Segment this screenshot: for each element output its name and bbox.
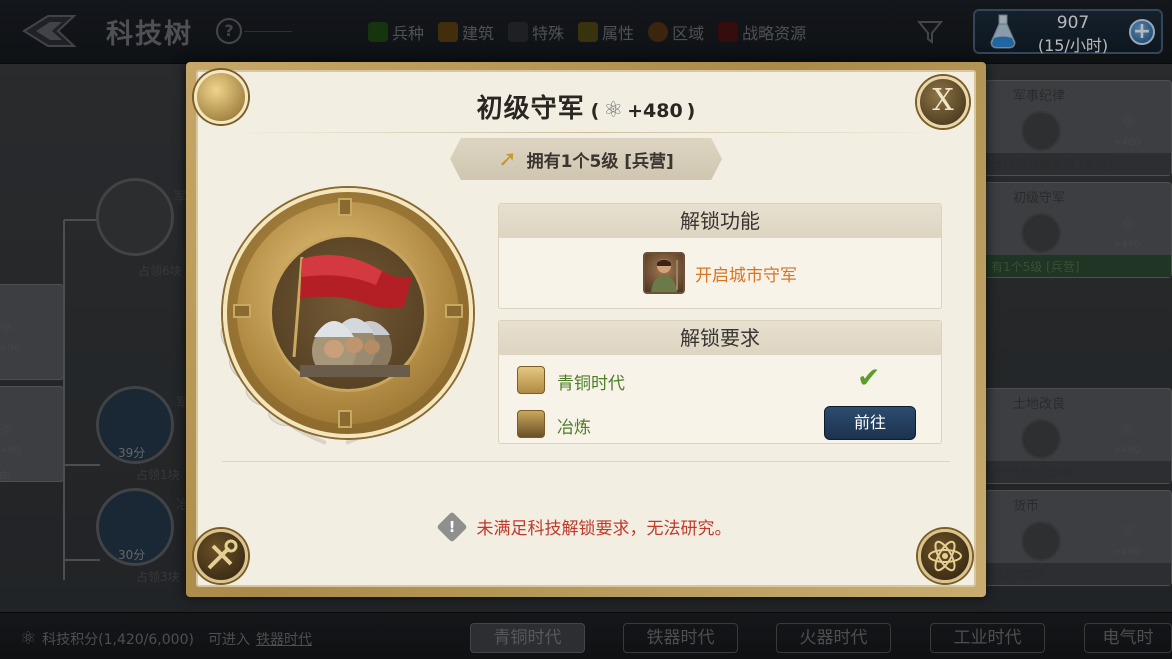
requirement-label: 青铜时代 <box>557 374 625 394</box>
section-divider <box>222 461 950 462</box>
requirements-panel: 解锁要求 青铜时代 ✔ 冶炼 前往 <box>498 320 942 444</box>
prerequisite-text: 拥有1个5级 [兵营] <box>526 151 674 172</box>
modal-title: 初级守军 ( ⚛ +480 ) <box>186 88 986 125</box>
bronze-age-icon <box>517 366 545 394</box>
tech-name: 初级守军 <box>476 94 585 124</box>
paren-close: ) <box>686 100 696 122</box>
emblem-stud <box>445 304 463 318</box>
garrison-soldiers-icon <box>269 234 427 392</box>
arrow-icon: ➚ <box>498 146 517 172</box>
unlock-feature-panel: 解锁功能 开启城市守军 <box>498 203 942 309</box>
paren-open: ( <box>590 100 600 122</box>
unlock-feature-text: 开启城市守军 <box>695 265 797 286</box>
title-divider <box>226 132 946 133</box>
requirement-row: 青铜时代 ✔ <box>499 357 941 401</box>
panel-heading: 解锁功能 <box>499 204 941 238</box>
garrison-soldier-icon <box>643 252 685 294</box>
requirement-row: 冶炼 前往 <box>499 401 941 445</box>
check-icon: ✔ <box>857 361 881 394</box>
warning-icon: ! <box>435 510 468 543</box>
emblem-stud <box>338 410 352 428</box>
requirement-label: 冶炼 <box>557 418 591 438</box>
atom-icon: ⚛ <box>603 98 624 123</box>
panel-heading: 解锁要求 <box>499 321 941 355</box>
warning-message: ! 未满足科技解锁要求，无法研究。 <box>186 510 986 543</box>
emblem-stud <box>338 198 352 216</box>
unlock-feature-row: 开启城市守军 <box>499 238 941 308</box>
smelting-icon <box>517 410 545 438</box>
tech-cost: +480 <box>627 100 683 122</box>
emblem-stud <box>233 304 251 318</box>
goto-button[interactable]: 前往 <box>824 406 916 440</box>
tech-detail-modal: X 初级守军 ( ⚛ +480 ) ➚ 拥有1个5级 [兵营] 解锁功能 开启城… <box>186 62 986 597</box>
warning-text: 未满足科技解锁要求，无法研究。 <box>476 519 732 539</box>
tech-emblem <box>223 188 473 438</box>
prerequisite-banner: ➚ 拥有1个5级 [兵营] <box>450 138 722 180</box>
